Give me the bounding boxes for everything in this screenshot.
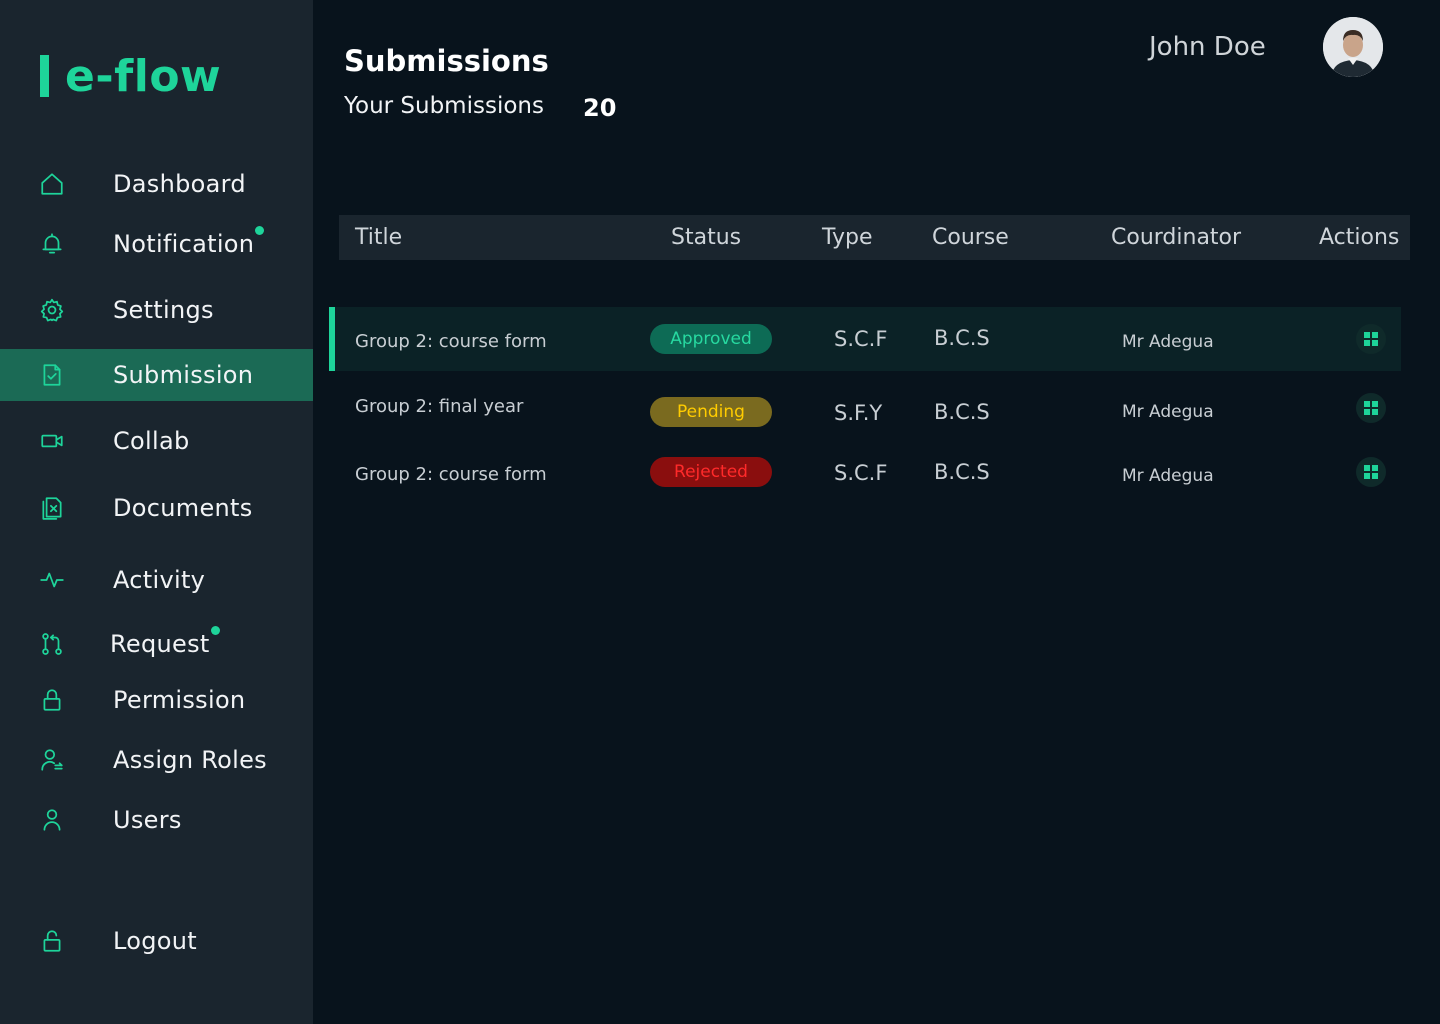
sidebar-item-settings[interactable]: Settings (0, 284, 313, 336)
row-course: B.C.S (934, 460, 990, 484)
user-name[interactable]: John Doe (1149, 32, 1266, 62)
request-dot (210, 626, 220, 635)
row-title: Group 2: course form (355, 331, 547, 352)
sidebar-item-label: Collab (113, 427, 190, 455)
notification-dot (255, 226, 265, 235)
sidebar-item-label: Activity (113, 566, 206, 594)
row-actions-button[interactable] (1356, 393, 1386, 423)
lock-icon (38, 686, 66, 714)
activity-icon (38, 566, 66, 594)
row-type: S.F.Y (834, 401, 883, 425)
table-header: Title Status Type Course Courdinator Act… (339, 215, 1410, 260)
grid-icon (1364, 401, 1378, 415)
row-actions-button[interactable] (1356, 324, 1386, 354)
sidebar-item-label: Permission (113, 686, 246, 714)
sidebar-item-label: Request (110, 626, 220, 658)
row-coordinator: Mr Adegua (1122, 466, 1214, 486)
grid-icon (1364, 332, 1378, 346)
gear-icon (38, 296, 66, 324)
sidebar-item-users[interactable]: Users (0, 794, 313, 846)
sidebar-item-request[interactable]: Request (0, 618, 313, 670)
submissions-label: Your Submissions (344, 93, 544, 119)
logout-button[interactable]: Logout (0, 915, 313, 967)
app-logo[interactable]: e-flow (40, 50, 222, 102)
page-title: Submissions (344, 44, 549, 78)
row-title: Group 2: final year (355, 396, 524, 417)
home-icon (38, 170, 66, 198)
column-course[interactable]: Course (932, 225, 1009, 250)
column-actions: Actions (1319, 225, 1400, 250)
table-row[interactable]: Group 2: course form Approved S.C.F B.C.… (329, 307, 1401, 371)
documents-icon (38, 494, 66, 522)
sidebar-item-permission[interactable]: Permission (0, 674, 313, 726)
status-badge: Rejected (650, 457, 772, 487)
submissions-count: 20 (583, 94, 617, 122)
grid-icon (1364, 465, 1378, 479)
unlock-icon (38, 927, 66, 955)
column-title[interactable]: Title (355, 225, 402, 250)
sidebar-item-label: Documents (113, 494, 253, 522)
status-badge: Pending (650, 397, 772, 427)
row-type: S.C.F (834, 327, 888, 351)
sidebar-item-notification[interactable]: Notification (0, 218, 313, 270)
pull-request-icon (38, 630, 66, 658)
row-actions-button[interactable] (1356, 457, 1386, 487)
column-coordinator[interactable]: Courdinator (1111, 225, 1241, 250)
video-icon (38, 427, 66, 455)
sidebar-item-documents[interactable]: Documents (0, 482, 313, 534)
logo-bar (40, 55, 49, 97)
row-coordinator: Mr Adegua (1122, 402, 1214, 422)
row-title: Group 2: course form (355, 464, 547, 485)
sidebar-item-activity[interactable]: Activity (0, 554, 313, 606)
row-course: B.C.S (934, 326, 990, 350)
table-row[interactable]: Group 2: course form Rejected S.C.F B.C.… (329, 440, 1401, 504)
avatar[interactable] (1323, 17, 1383, 77)
user-icon (38, 806, 66, 834)
row-selected-indicator (329, 307, 335, 371)
sidebar-item-collab[interactable]: Collab (0, 415, 313, 467)
column-type[interactable]: Type (822, 225, 873, 250)
sidebar-item-submission[interactable]: Submission (0, 349, 313, 401)
sidebar-item-label: Notification (113, 226, 265, 258)
file-check-icon (38, 361, 66, 389)
sidebar-item-label: Settings (113, 296, 214, 324)
logout-label: Logout (113, 927, 197, 955)
sidebar: e-flow Dashboard Notification Settings S… (0, 0, 313, 1024)
row-coordinator: Mr Adegua (1122, 332, 1214, 352)
sidebar-item-assign-roles[interactable]: Assign Roles (0, 734, 313, 786)
status-badge: Approved (650, 324, 772, 354)
sidebar-item-label: Users (113, 806, 182, 834)
sidebar-item-label: Dashboard (113, 170, 246, 198)
user-assign-icon (38, 746, 66, 774)
row-course: B.C.S (934, 400, 990, 424)
sidebar-item-label: Assign Roles (113, 746, 267, 774)
row-type: S.C.F (834, 461, 888, 485)
table-row[interactable]: Group 2: final year Pending S.F.Y B.C.S … (329, 376, 1401, 440)
logo-text: e-flow (65, 50, 222, 102)
bell-icon (38, 230, 66, 258)
column-status[interactable]: Status (671, 225, 741, 250)
sidebar-item-dashboard[interactable]: Dashboard (0, 158, 313, 210)
sidebar-item-label: Submission (113, 361, 254, 389)
